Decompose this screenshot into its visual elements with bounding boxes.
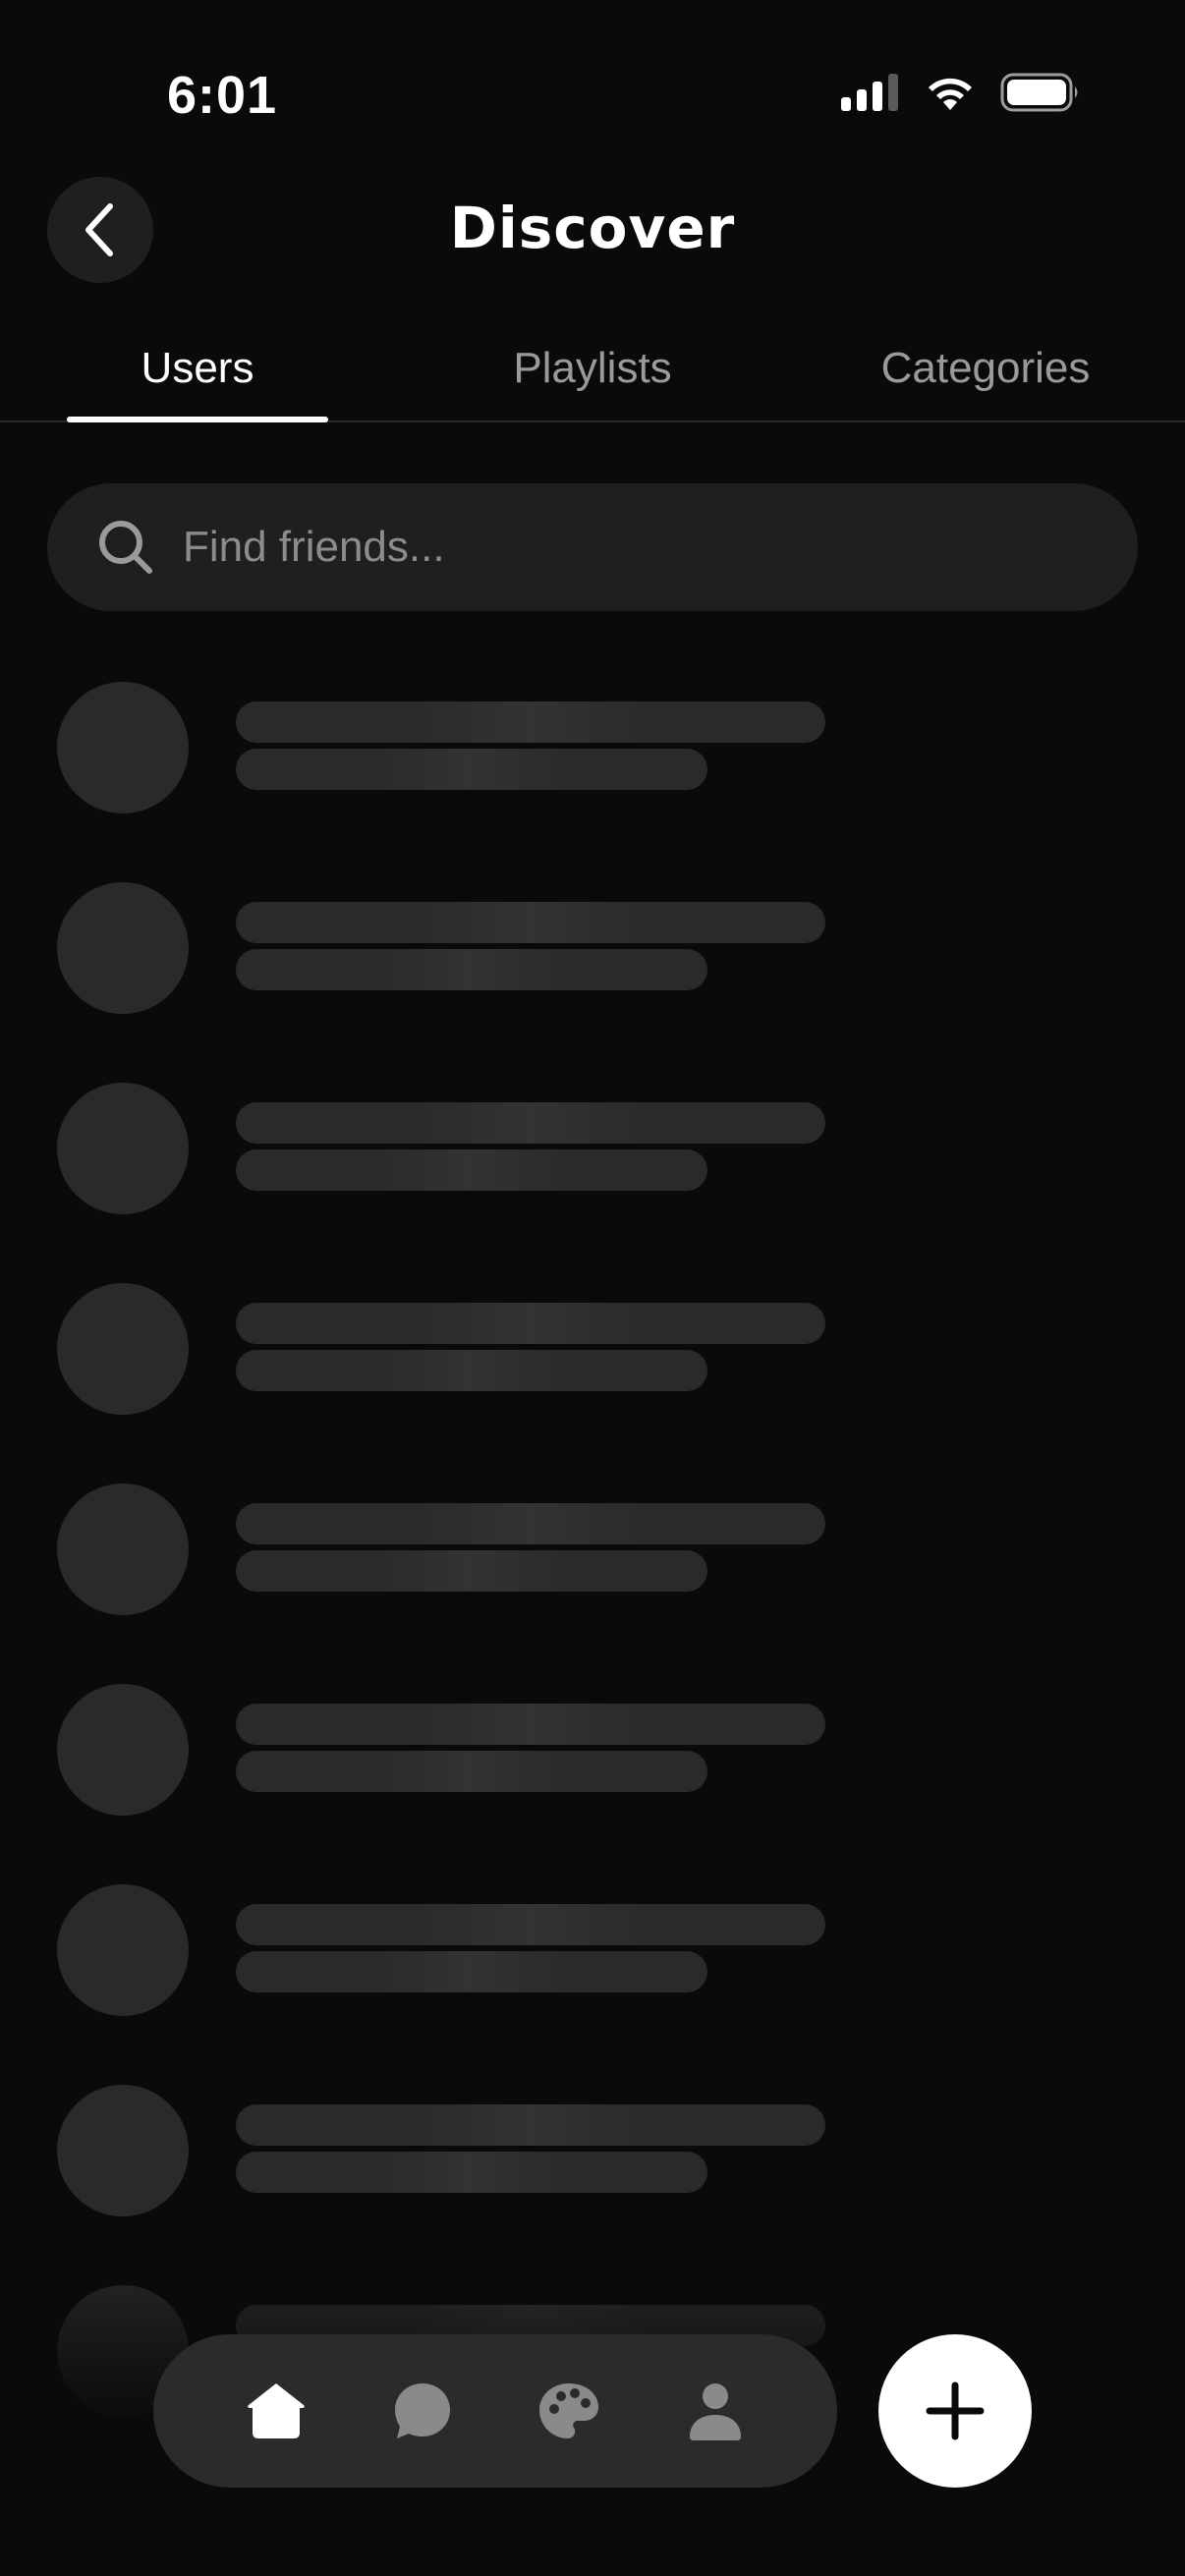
subtitle-placeholder	[236, 949, 707, 990]
wifi-icon	[929, 78, 972, 110]
plus-icon	[926, 2381, 985, 2440]
avatar-placeholder	[57, 1684, 189, 1816]
subtitle-placeholder	[236, 1550, 707, 1592]
avatar-placeholder	[57, 682, 189, 813]
nav-palette[interactable]	[525, 2367, 613, 2455]
search-icon	[99, 521, 152, 574]
profile-icon	[689, 2383, 741, 2440]
palette-icon	[538, 2383, 598, 2438]
avatar-placeholder	[57, 1083, 189, 1214]
name-placeholder	[236, 1904, 825, 1945]
chat-bubble-icon	[394, 2383, 450, 2438]
list-item-skeleton	[0, 1684, 1185, 1884]
tab-categories[interactable]: Categories	[855, 334, 1116, 403]
cellular-signal-icon	[841, 74, 898, 111]
subtitle-placeholder	[236, 1951, 707, 1992]
subtitle-placeholder	[236, 1751, 707, 1792]
subtitle-placeholder	[236, 749, 707, 790]
name-placeholder	[236, 2104, 825, 2146]
nav-profile[interactable]	[671, 2367, 760, 2455]
name-placeholder	[236, 701, 825, 743]
name-placeholder	[236, 1704, 825, 1745]
avatar-placeholder	[57, 882, 189, 1014]
subtitle-placeholder	[236, 1350, 707, 1391]
name-placeholder	[236, 1102, 825, 1144]
avatar-placeholder	[57, 2085, 189, 2216]
list-item-skeleton	[0, 882, 1185, 1083]
name-placeholder	[236, 1303, 825, 1344]
discover-screen: 6:01 Discover Users Playlists Categories…	[0, 0, 1185, 2576]
subtitle-placeholder	[236, 2152, 707, 2193]
name-placeholder	[236, 902, 825, 943]
list-item-skeleton	[0, 682, 1185, 882]
add-button[interactable]	[878, 2334, 1032, 2488]
avatar-placeholder	[57, 1484, 189, 1615]
nav-home[interactable]	[232, 2367, 320, 2455]
status-icons	[841, 73, 1081, 112]
subtitle-placeholder	[236, 1149, 707, 1191]
active-tab-indicator	[67, 417, 328, 422]
tab-bar: Users Playlists Categories	[0, 314, 1185, 422]
tab-users[interactable]: Users	[67, 334, 328, 403]
list-item-skeleton	[0, 1283, 1185, 1484]
list-item-skeleton	[0, 1484, 1185, 1684]
page-title: Discover	[449, 195, 736, 261]
bottom-nav	[153, 2334, 837, 2488]
status-bar: 6:01	[0, 0, 1185, 177]
name-placeholder	[236, 1503, 825, 1544]
list-item-skeleton	[0, 1083, 1185, 1283]
status-time: 6:01	[167, 66, 278, 125]
home-icon	[247, 2383, 305, 2438]
avatar-placeholder	[57, 1283, 189, 1415]
search-bar[interactable]	[47, 483, 1138, 611]
tab-playlists[interactable]: Playlists	[462, 334, 723, 403]
avatar-placeholder	[57, 1884, 189, 2016]
search-input[interactable]	[183, 483, 1067, 611]
battery-icon	[1000, 73, 1078, 112]
list-item-skeleton	[0, 1884, 1185, 2085]
nav-chat[interactable]	[378, 2367, 467, 2455]
